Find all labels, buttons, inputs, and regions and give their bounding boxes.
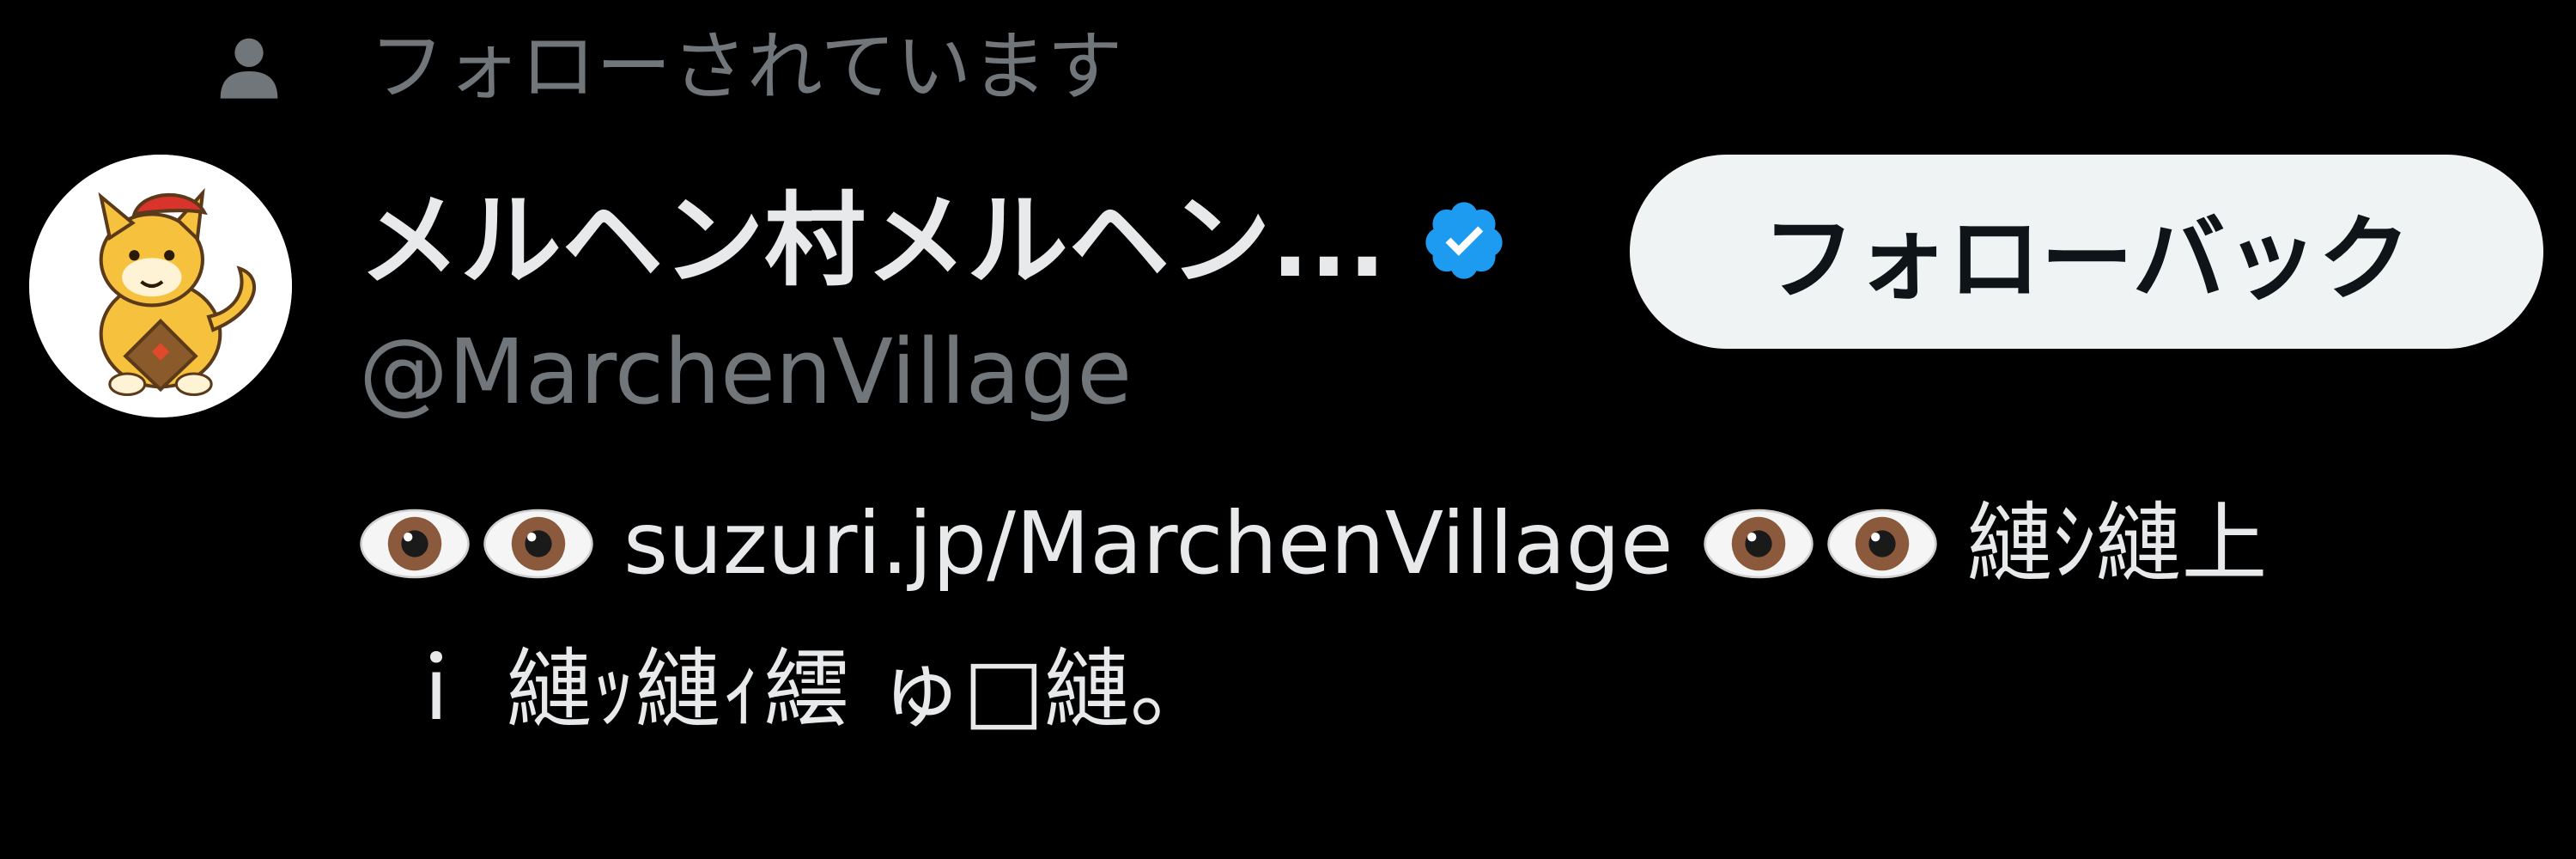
- follow-back-button[interactable]: フォローバック: [1630, 155, 2543, 349]
- eye-icon: [1826, 509, 1937, 579]
- eye-icon: [483, 509, 593, 579]
- display-name-row[interactable]: メルヘン村メルヘン...: [359, 172, 1508, 309]
- display-name[interactable]: メルヘン村メルヘン...: [359, 172, 1386, 309]
- person-icon: [220, 38, 278, 99]
- followed-by-row: フォローされています: [215, 15, 1122, 119]
- eyes-emoji-pair: [1703, 488, 1938, 600]
- avatar[interactable]: [29, 155, 292, 417]
- user-handle[interactable]: @MarchenVillage: [359, 316, 1132, 428]
- bio: suzuri.jp/MarchenVillage 縺ｼ縺上 ｉ 縺ｯ縺ｨ繧 ゅ□…: [359, 471, 2268, 763]
- bio-line-1: suzuri.jp/MarchenVillage 縺ｼ縺上: [359, 471, 2268, 617]
- mascot-avatar-icon: [29, 155, 292, 417]
- bio-line-2: ｉ 縺ｯ縺ｨ繧 ゅ□縺。: [393, 639, 1217, 740]
- eye-icon: [1703, 509, 1814, 579]
- eye-icon: [360, 509, 470, 579]
- bio-text-tail: 縺ｼ縺上: [1966, 493, 2268, 594]
- bio-link[interactable]: suzuri.jp/MarchenVillage: [623, 471, 1674, 617]
- eyes-emoji-pair: [359, 488, 594, 600]
- verified-badge-icon: [1425, 202, 1504, 279]
- followed-by-text: フォローされています: [369, 22, 1123, 111]
